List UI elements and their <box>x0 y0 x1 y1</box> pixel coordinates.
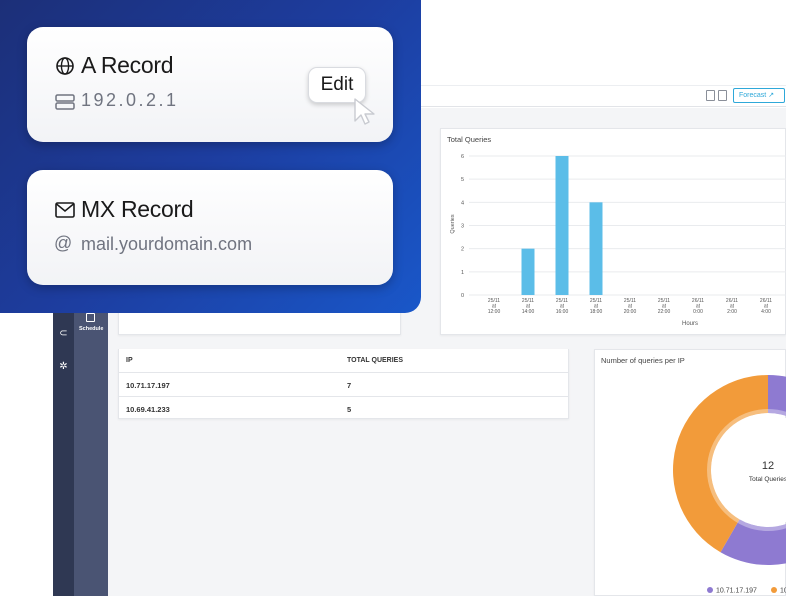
table-header: IP TOTAL QUERIES <box>119 349 569 373</box>
total-queries-card: Total Queries 0 1 2 3 4 5 6 25/11 at 12:00 25/11 at… <box>440 128 786 335</box>
ip-queries-table: IP TOTAL QUERIES 10.71.17.197 7 10.69.41… <box>118 349 569 419</box>
y-tick-label: 0 <box>461 293 464 299</box>
cell-ip: 10.69.41.233 <box>126 405 170 414</box>
y-tick-label: 3 <box>461 224 464 230</box>
x-tick-label: 22:00 <box>658 309 671 315</box>
y-tick-label: 4 <box>461 200 464 206</box>
y-tick-label: 6 <box>461 154 464 160</box>
cell-queries: 5 <box>347 405 352 414</box>
envelope-icon <box>55 202 75 218</box>
legend-swatch <box>771 587 777 593</box>
x-tick-label: 14:00 <box>522 309 535 315</box>
forecast-button[interactable]: Forecast ↗ <box>733 88 785 103</box>
toggle-icon[interactable]: ⊂ <box>58 328 69 339</box>
legend-swatch <box>707 587 713 593</box>
x-tick-label: 20:00 <box>624 309 637 315</box>
queries-per-ip-card: Number of queries per IP 12 Total Queries… <box>594 349 786 596</box>
gear-icon[interactable]: ✲ <box>58 361 69 372</box>
trend-up-icon: ↗ <box>768 92 775 99</box>
x-tick-label: 2:00 <box>727 309 737 315</box>
csv-export-icon[interactable] <box>718 90 727 101</box>
x-tick-label: 0:00 <box>693 309 703 315</box>
table-row[interactable]: 10.69.41.233 5 <box>119 397 569 421</box>
bar[interactable] <box>555 156 569 295</box>
x-tick-label: 18:00 <box>590 309 603 315</box>
at-sign-icon: @ <box>54 233 73 253</box>
a-record-ip: 192.0.2.1 <box>81 90 179 110</box>
x-axis-label: Hours <box>682 321 698 327</box>
dns-records-overlay: A Record 192.0.2.1 Edit MX Record @ mail… <box>0 0 421 313</box>
y-axis-label: Queries <box>450 214 456 234</box>
bar[interactable] <box>589 202 603 295</box>
donut-center-label: Total Queries <box>749 476 786 483</box>
cell-queries: 7 <box>347 381 352 390</box>
sidebar-primary <box>53 300 74 596</box>
bar[interactable] <box>521 248 535 295</box>
y-tick-label: 5 <box>461 177 464 183</box>
donut-center-value: 12 <box>762 460 774 472</box>
x-tick-label: 12:00 <box>488 309 501 315</box>
cell-ip: 10.71.17.197 <box>126 381 170 390</box>
mx-record-host: mail.yourdomain.com <box>81 234 253 254</box>
sidebar-secondary <box>74 300 108 596</box>
server-icon <box>55 94 75 110</box>
column-header-total-queries: TOTAL QUERIES <box>347 357 404 364</box>
mx-record-title: MX Record <box>81 196 194 222</box>
pdf-export-icon[interactable] <box>706 90 715 101</box>
cursor-pointer-icon <box>354 98 375 125</box>
calendar-icon[interactable] <box>86 313 95 322</box>
x-tick-label: 4:00 <box>761 309 771 315</box>
a-record-title: A Record <box>81 52 174 78</box>
toolbar <box>420 85 786 107</box>
legend-label: 10 <box>780 588 786 595</box>
sidebar-item-schedule[interactable]: Schedule <box>79 326 103 332</box>
y-tick-label: 1 <box>461 270 464 276</box>
y-tick-label: 2 <box>461 247 464 253</box>
donut-chart: 12 Total Queries 10.71.17.197 10 <box>673 375 786 595</box>
bar-chart: 012345625/11at12:0025/11at14:0025/11at16… <box>450 154 786 327</box>
globe-icon <box>56 57 74 75</box>
x-tick-label: 16:00 <box>556 309 569 315</box>
legend-label: 10.71.17.197 <box>716 588 757 595</box>
table-row[interactable]: 10.71.17.197 7 <box>119 373 569 397</box>
mx-record-card: MX Record @ mail.yourdomain.com <box>27 170 393 285</box>
column-header-ip: IP <box>126 357 133 364</box>
